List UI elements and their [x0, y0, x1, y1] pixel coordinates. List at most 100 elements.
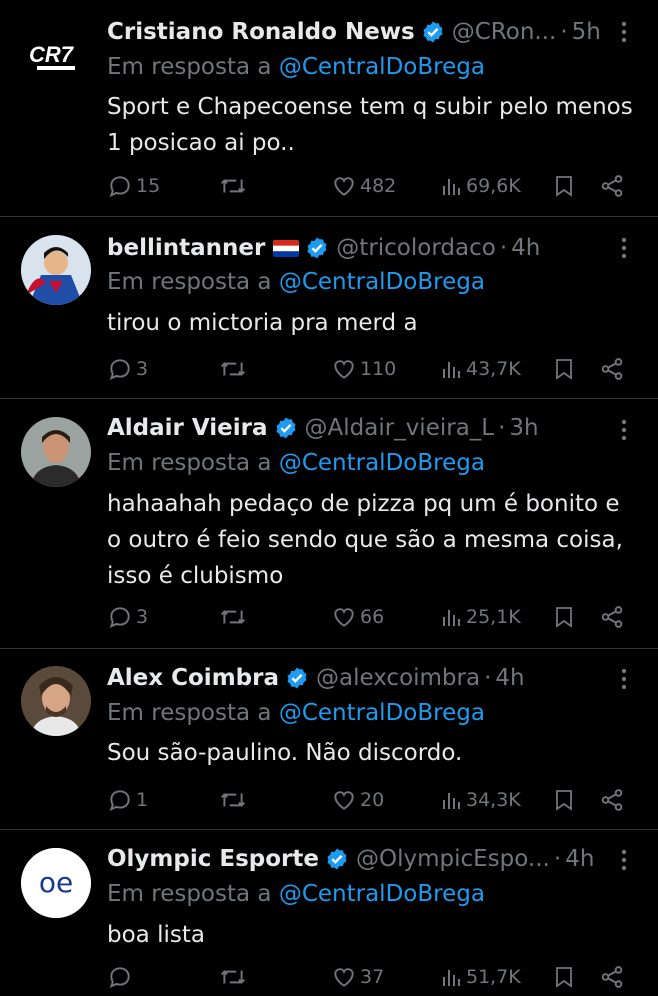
avatar[interactable]: [21, 666, 91, 736]
reply-to-link[interactable]: @CentralDoBrega: [279, 450, 485, 476]
tweet[interactable]: bellintanner @tricolordaco · 4h Em respo…: [0, 217, 658, 398]
views-icon: [443, 610, 460, 626]
timestamp[interactable]: 4h: [511, 235, 540, 261]
like-button[interactable]: 482: [331, 171, 396, 201]
reply-button[interactable]: [107, 962, 136, 992]
reply-button[interactable]: 15: [107, 171, 160, 201]
retweet-icon: [221, 362, 245, 376]
views-button[interactable]: 34,3K: [441, 785, 521, 815]
retweet-button[interactable]: [219, 354, 247, 384]
like-button[interactable]: 110: [331, 354, 396, 384]
separator-dot: ·: [498, 415, 506, 441]
bookmark-button[interactable]: [553, 602, 575, 632]
reply-to-link[interactable]: @CentralDoBrega: [279, 54, 485, 80]
share-button[interactable]: [599, 354, 625, 384]
view-count: 69,6K: [466, 175, 521, 197]
reply-to-link[interactable]: @CentralDoBrega: [279, 881, 485, 907]
olympic-esporte-logo-icon: oe: [21, 848, 91, 918]
retweet-button[interactable]: [219, 785, 247, 815]
bookmark-icon: [556, 967, 572, 988]
verified-badge-icon: [276, 417, 296, 439]
separator-dot: ·: [484, 665, 492, 691]
share-button[interactable]: [599, 785, 625, 815]
bookmark-button[interactable]: [553, 962, 575, 992]
retweet-button[interactable]: [219, 962, 247, 992]
reply-context: Em resposta a @CentralDoBrega: [107, 450, 485, 476]
reply-button[interactable]: 3: [107, 602, 148, 632]
timestamp[interactable]: 4h: [495, 665, 524, 691]
share-button[interactable]: [599, 171, 625, 201]
avatar[interactable]: oe: [21, 848, 91, 918]
bookmark-button[interactable]: [553, 785, 575, 815]
retweet-button[interactable]: [219, 171, 247, 201]
bookmark-icon: [556, 176, 572, 197]
author-name[interactable]: Cristiano Ronaldo News: [107, 19, 415, 45]
reply-to-link[interactable]: @CentralDoBrega: [279, 269, 485, 295]
share-icon: [601, 358, 623, 380]
reply-icon: [109, 607, 130, 629]
tweet-text: Sou são-paulino. Não discordo.: [107, 735, 642, 771]
retweet-icon: [221, 793, 245, 807]
views-button[interactable]: 43,7K: [441, 354, 521, 384]
like-button[interactable]: 20: [331, 785, 384, 815]
more-options-icon[interactable]: [612, 17, 636, 47]
superhero-avatar-icon: [21, 235, 91, 305]
author-name[interactable]: bellintanner: [107, 235, 265, 261]
tweet-text-line: o outro é feio sendo que são a mesma coi…: [107, 527, 623, 553]
reply-context: Em resposta a @CentralDoBrega: [107, 700, 485, 726]
bookmark-button[interactable]: [553, 171, 575, 201]
avatar[interactable]: [21, 235, 91, 305]
views-button[interactable]: 69,6K: [441, 171, 521, 201]
view-count: 34,3K: [466, 789, 521, 811]
share-button[interactable]: [599, 962, 625, 992]
separator-dot: ·: [553, 846, 562, 872]
reply-prefix: Em resposta a: [107, 54, 272, 80]
more-options-icon[interactable]: [612, 845, 636, 875]
retweet-button[interactable]: [219, 602, 247, 632]
share-icon: [601, 789, 623, 811]
more-options-icon[interactable]: [612, 664, 636, 694]
reply-prefix: Em resposta a: [107, 700, 272, 726]
like-count: 20: [360, 789, 385, 811]
reply-button[interactable]: 3: [107, 354, 148, 384]
tweet-text: hahaahah pedaço de pizza pq um é bonito …: [107, 486, 642, 594]
tweet[interactable]: CR7 Cristiano Ronaldo News @CRon... · 5h…: [0, 0, 658, 216]
author-handle[interactable]: @OlympicEspo...: [356, 846, 550, 872]
tweet[interactable]: Aldair Vieira @Aldair_vieira_L · 3h Em r…: [0, 399, 658, 648]
avatar[interactable]: [21, 417, 91, 487]
avatar[interactable]: CR7: [21, 18, 91, 88]
reply-icon: [109, 790, 130, 812]
views-button[interactable]: 51,7K: [441, 962, 521, 992]
svg-text:oe: oe: [39, 866, 73, 899]
author-name[interactable]: Aldair Vieira: [107, 415, 268, 441]
views-icon: [443, 179, 460, 195]
views-button[interactable]: 25,1K: [441, 602, 521, 632]
reply-count: 1: [136, 789, 149, 811]
author-name[interactable]: Alex Coimbra: [107, 665, 279, 691]
action-bar: 1 20 34,3K: [107, 785, 627, 815]
reply-to-link[interactable]: @CentralDoBrega: [279, 700, 485, 726]
more-options-icon[interactable]: [612, 415, 636, 445]
reply-icon: [109, 967, 130, 989]
author-name[interactable]: Olympic Esporte: [107, 846, 319, 872]
author-handle[interactable]: @CRon...: [452, 19, 557, 45]
timestamp[interactable]: 5h: [572, 19, 601, 45]
like-button[interactable]: 66: [331, 602, 384, 632]
timestamp[interactable]: 4h: [565, 846, 594, 872]
author-handle[interactable]: @alexcoimbra: [316, 665, 480, 691]
author-handle[interactable]: @Aldair_vieira_L: [305, 415, 495, 441]
tweet[interactable]: oe Olympic Esporte @OlympicEspo... · 4h …: [0, 830, 658, 996]
like-count: 66: [360, 606, 385, 628]
like-button[interactable]: 37: [331, 962, 384, 992]
share-button[interactable]: [599, 602, 625, 632]
like-count: 110: [360, 358, 397, 380]
reply-button[interactable]: 1: [107, 785, 148, 815]
bookmark-icon: [556, 607, 572, 628]
more-options-icon[interactable]: [612, 233, 636, 263]
timestamp[interactable]: 3h: [509, 415, 538, 441]
tweet[interactable]: Alex Coimbra @alexcoimbra · 4h Em respos…: [0, 649, 658, 829]
retweet-icon: [221, 970, 245, 984]
bookmark-icon: [556, 790, 572, 811]
bookmark-button[interactable]: [553, 354, 575, 384]
author-handle[interactable]: @tricolordaco: [336, 235, 496, 261]
